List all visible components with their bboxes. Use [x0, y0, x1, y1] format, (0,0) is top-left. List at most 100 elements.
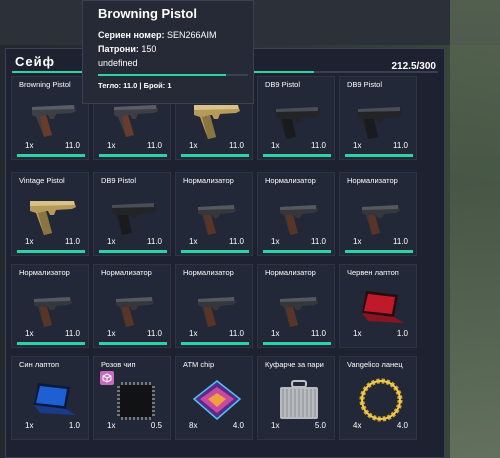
- inventory-slot[interactable]: Син лаптоп 1x 1.0: [11, 356, 89, 440]
- blue-laptop-icon: [26, 377, 80, 423]
- slot-durability-bar: [99, 342, 167, 345]
- slot-durability-bar: [99, 154, 167, 157]
- slot-item-weight: 11.0: [229, 237, 244, 246]
- slot-item-name: DB9 Pistol: [347, 80, 383, 89]
- pistol-normal-icon: [190, 193, 244, 239]
- slot-item-weight: 4.0: [396, 421, 408, 430]
- storage-panel: Сейф 212.5/300 Browning Pistol1x11.0Brow…: [5, 48, 445, 458]
- tooltip-ammo: Патрони: 150: [98, 44, 156, 54]
- slot-item-weight: 1.0: [68, 421, 80, 430]
- slot-durability-bar: [99, 250, 167, 253]
- slot-item-name: Нормализатор: [183, 176, 234, 185]
- inventory-slot[interactable]: DB9 Pistol 1x 11.0: [257, 76, 335, 160]
- tooltip-serial-label: Сериен номер:: [98, 30, 165, 40]
- pistol-normal-icon: [272, 193, 326, 239]
- slot-item-weight: 11.0: [311, 237, 326, 246]
- tooltip-extra: undefined: [98, 58, 138, 68]
- slot-item-count: 1x: [189, 141, 198, 150]
- slot-item-count: 1x: [25, 141, 34, 150]
- slot-item-count: 1x: [353, 329, 362, 338]
- slot-item-name: Син лаптоп: [19, 360, 60, 369]
- slot-item-name: Browning Pistol: [19, 80, 71, 89]
- slot-item-count: 4x: [353, 421, 362, 430]
- slot-durability-bar: [345, 250, 413, 253]
- inventory-slot[interactable]: Нормализатор 1x 11.0: [339, 172, 417, 256]
- slot-item-name: Vangelico ланец: [347, 360, 403, 369]
- slot-item-name: Розов чип: [101, 360, 136, 369]
- slot-item-count: 1x: [107, 421, 116, 430]
- slot-item-name: DB9 Pistol: [101, 176, 137, 185]
- storage-title: Сейф: [15, 54, 55, 69]
- slot-item-name: Нормализатор: [101, 268, 152, 277]
- inventory-slot[interactable]: ATM chip 8x 4.0: [175, 356, 253, 440]
- slot-item-weight: 11.0: [65, 237, 80, 246]
- slot-item-weight: 11.0: [393, 237, 408, 246]
- tooltip-durability-fill: [98, 74, 226, 76]
- pistol-normal-icon: [190, 285, 244, 331]
- slot-item-weight: 0.5: [150, 421, 162, 430]
- inventory-slot[interactable]: Нормализатор 1x 11.0: [257, 264, 335, 348]
- slot-durability-bar: [263, 154, 331, 157]
- slot-item-weight: 1.0: [396, 329, 408, 338]
- slot-item-name: ATM chip: [183, 360, 215, 369]
- slot-item-name: Нормализатор: [265, 176, 316, 185]
- gold-chain-icon: [354, 377, 408, 423]
- slot-item-weight: 11.0: [229, 141, 244, 150]
- tooltip-serial: Сериен номер: SEN266AIM: [98, 30, 217, 40]
- tooltip-ammo-value: 150: [141, 44, 157, 54]
- slot-item-count: 1x: [25, 421, 34, 430]
- slot-item-name: Червен лаптоп: [347, 268, 399, 277]
- inventory-slot[interactable]: Нормализатор 1x 11.0: [93, 264, 171, 348]
- inventory-slot[interactable]: Browning Pistol 1x 11.0: [11, 76, 89, 160]
- slot-item-count: 1x: [271, 237, 280, 246]
- pistol-normal-icon: [26, 285, 80, 331]
- pistol-black-icon: [108, 193, 162, 239]
- pistol-normal-icon: [108, 285, 162, 331]
- slot-item-count: 1x: [107, 141, 116, 150]
- inventory-slot[interactable]: DB9 Pistol 1x 11.0: [93, 172, 171, 256]
- inventory-slot[interactable]: Куфарче за пари 1x 5.0: [257, 356, 335, 440]
- inventory-slot[interactable]: Vintage Pistol 1x 11.0: [11, 172, 89, 256]
- slot-item-weight: 11.0: [65, 329, 80, 338]
- inventory-slot[interactable]: DB9 Pistol 1x 11.0: [339, 76, 417, 160]
- inventory-slot[interactable]: Нормализатор 1x 11.0: [11, 264, 89, 348]
- inventory-slot[interactable]: Нормализатор 1x 11.0: [175, 172, 253, 256]
- slot-item-count: 1x: [25, 329, 34, 338]
- slot-item-weight: 11.0: [147, 237, 162, 246]
- briefcase-icon: [272, 377, 326, 423]
- slot-item-weight: 11.0: [147, 141, 162, 150]
- slot-item-weight: 11.0: [311, 141, 326, 150]
- slot-item-name: Нормализатор: [183, 268, 234, 277]
- pistol-normal-icon: [272, 285, 326, 331]
- slot-item-name: Нормализатор: [19, 268, 70, 277]
- pistol-black-icon: [272, 97, 326, 143]
- tooltip-title: Browning Pistol: [98, 6, 197, 21]
- atm-chip-icon: [190, 377, 244, 423]
- slot-item-count: 1x: [271, 329, 280, 338]
- pistol-black-icon: [354, 97, 408, 143]
- slot-durability-bar: [17, 250, 85, 253]
- slot-item-count: 1x: [271, 421, 280, 430]
- slot-item-count: 1x: [25, 237, 34, 246]
- tooltip-serial-value: SEN266AIM: [166, 30, 217, 40]
- slot-item-count: 1x: [189, 237, 198, 246]
- slot-durability-bar: [263, 342, 331, 345]
- slot-item-name: Нормализатор: [347, 176, 398, 185]
- inventory-slot[interactable]: Нормализатор 1x 11.0: [257, 172, 335, 256]
- slot-item-count: 1x: [271, 141, 280, 150]
- slot-durability-bar: [181, 250, 249, 253]
- slot-item-count: 1x: [107, 237, 116, 246]
- slot-durability-bar: [263, 250, 331, 253]
- tooltip-ammo-label: Патрони:: [98, 44, 139, 54]
- pistol-gold-icon: [26, 193, 80, 239]
- slot-item-weight: 5.0: [314, 421, 326, 430]
- slot-item-count: 1x: [353, 237, 362, 246]
- inventory-slot[interactable]: Червен лаптоп 1x 1.0: [339, 264, 417, 348]
- slot-durability-bar: [17, 154, 85, 157]
- slot-item-count: 1x: [353, 141, 362, 150]
- inventory-slot[interactable]: Розов чип 1x 0.5: [93, 356, 171, 440]
- inventory-slot[interactable]: Нормализатор 1x 11.0: [175, 264, 253, 348]
- pistol-normal-icon: [354, 193, 408, 239]
- inventory-slot[interactable]: Vangelico ланец 4x 4.0: [339, 356, 417, 440]
- cube-badge-icon: [100, 371, 114, 385]
